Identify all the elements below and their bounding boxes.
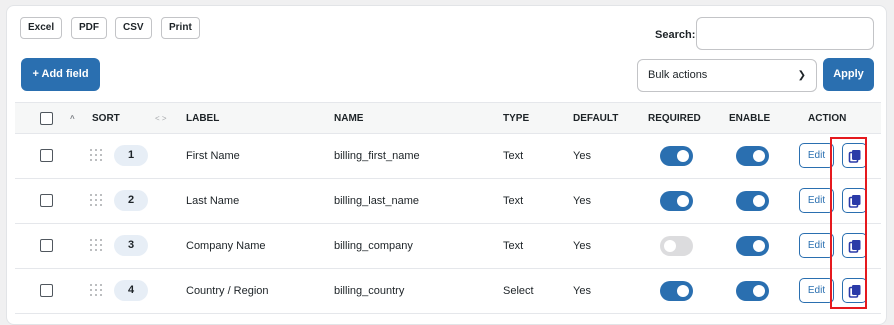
- export-csv-button[interactable]: CSV: [115, 17, 152, 39]
- column-header-enable: ENABLE: [729, 113, 771, 124]
- column-header-name: NAME: [334, 113, 364, 124]
- copy-icon: [848, 240, 861, 253]
- sort-order-badge: 2: [114, 190, 148, 211]
- select-all-checkbox[interactable]: [40, 112, 53, 125]
- fields-panel: Excel PDF CSV Print Search: + Add field …: [6, 5, 887, 325]
- enable-toggle[interactable]: [736, 146, 769, 166]
- field-default: Yes: [573, 240, 591, 252]
- field-default: Yes: [573, 285, 591, 297]
- sort-arrows-icon[interactable]: < >: [155, 103, 167, 134]
- bulk-actions-value: Bulk actions: [648, 69, 708, 81]
- field-name: billing_country: [334, 285, 405, 297]
- edit-button[interactable]: Edit: [799, 188, 834, 213]
- field-type: Select: [503, 285, 534, 297]
- enable-toggle[interactable]: [736, 236, 769, 256]
- field-name: billing_first_name: [334, 150, 420, 162]
- field-label: Last Name: [186, 195, 240, 207]
- required-toggle[interactable]: [660, 191, 693, 211]
- row-checkbox[interactable]: [40, 284, 53, 297]
- apply-button[interactable]: Apply: [823, 58, 874, 91]
- add-field-button[interactable]: + Add field: [21, 58, 100, 91]
- required-toggle[interactable]: [660, 281, 693, 301]
- drag-handle-icon[interactable]: [90, 194, 102, 207]
- field-type: Text: [503, 240, 524, 252]
- table-row: 1 First Name billing_first_name Text Yes…: [15, 134, 881, 179]
- sort-order-badge: 4: [114, 280, 148, 301]
- enable-toggle[interactable]: [736, 191, 769, 211]
- drag-handle-icon[interactable]: [90, 149, 102, 162]
- column-header-action: ACTION: [808, 113, 847, 124]
- bulk-actions-select[interactable]: Bulk actions ❯: [637, 59, 817, 92]
- required-toggle[interactable]: [660, 236, 693, 256]
- copy-button[interactable]: [842, 143, 867, 168]
- drag-handle-icon[interactable]: [90, 284, 102, 297]
- sort-caret-icon[interactable]: ^: [70, 103, 75, 134]
- copy-icon: [848, 150, 861, 163]
- table-header: ^ SORT < > LABEL NAME TYPE DEFAULT REQUI…: [15, 102, 881, 134]
- column-header-type: TYPE: [503, 113, 530, 124]
- field-type: Text: [503, 195, 524, 207]
- column-header-sort[interactable]: SORT: [92, 103, 120, 134]
- row-checkbox[interactable]: [40, 149, 53, 162]
- chevron-down-icon: ❯: [797, 70, 806, 81]
- edit-button[interactable]: Edit: [799, 143, 834, 168]
- copy-button[interactable]: [842, 233, 867, 258]
- export-excel-button[interactable]: Excel: [20, 17, 63, 39]
- export-pdf-button[interactable]: PDF: [71, 17, 107, 39]
- edit-button[interactable]: Edit: [799, 233, 834, 258]
- edit-button[interactable]: Edit: [799, 278, 834, 303]
- row-checkbox[interactable]: [40, 239, 53, 252]
- table-row: 4 Country / Region billing_country Selec…: [15, 269, 881, 314]
- column-header-default: DEFAULT: [573, 113, 619, 124]
- field-label: First Name: [186, 150, 240, 162]
- field-default: Yes: [573, 150, 591, 162]
- sort-order-badge: 3: [114, 235, 148, 256]
- column-header-required: REQUIRED: [648, 113, 701, 124]
- table-row: 3 Company Name billing_company Text Yes …: [15, 224, 881, 269]
- print-button[interactable]: Print: [161, 17, 200, 39]
- search-input[interactable]: [696, 17, 874, 50]
- sort-order-badge: 1: [114, 145, 148, 166]
- drag-handle-icon[interactable]: [90, 239, 102, 252]
- field-label: Company Name: [186, 240, 266, 252]
- field-type: Text: [503, 150, 524, 162]
- field-name: billing_company: [334, 240, 413, 252]
- field-default: Yes: [573, 195, 591, 207]
- copy-icon: [848, 195, 861, 208]
- row-checkbox[interactable]: [40, 194, 53, 207]
- table-row: 2 Last Name billing_last_name Text Yes E…: [15, 179, 881, 224]
- search-label: Search:: [655, 29, 696, 41]
- field-name: billing_last_name: [334, 195, 419, 207]
- required-toggle[interactable]: [660, 146, 693, 166]
- copy-button[interactable]: [842, 188, 867, 213]
- copy-button[interactable]: [842, 278, 867, 303]
- field-label: Country / Region: [186, 285, 269, 297]
- copy-icon: [848, 285, 861, 298]
- column-header-label: LABEL: [186, 113, 220, 124]
- fields-table: ^ SORT < > LABEL NAME TYPE DEFAULT REQUI…: [15, 102, 881, 314]
- enable-toggle[interactable]: [736, 281, 769, 301]
